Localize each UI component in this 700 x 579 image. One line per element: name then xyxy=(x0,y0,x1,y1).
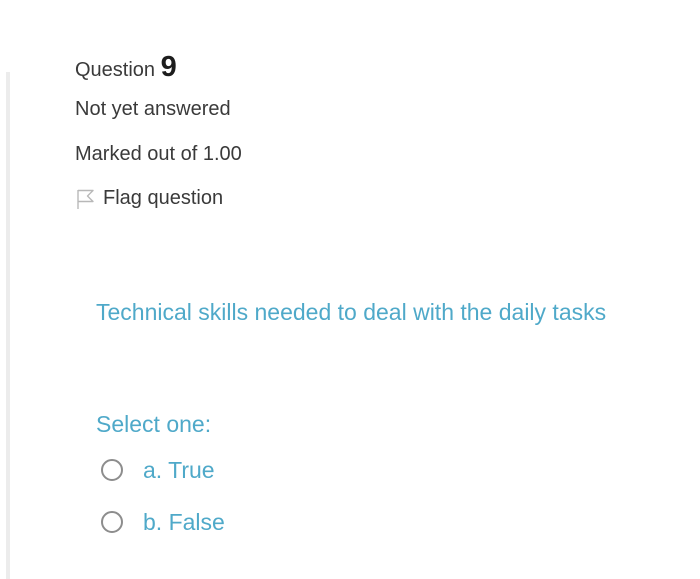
question-text: Technical skills needed to deal with the… xyxy=(96,299,607,325)
select-one-prompt: Select one: xyxy=(96,411,212,437)
answer-false-label[interactable]: b. False xyxy=(143,507,225,537)
question-grade: Marked out of 1.00 xyxy=(75,143,242,165)
question-title: Question 9 xyxy=(75,52,177,82)
answer-true-radio[interactable] xyxy=(101,459,123,481)
flag-question-label: Flag question xyxy=(103,187,224,209)
answer-option-false[interactable]: b. False xyxy=(101,507,225,537)
answer-option-true[interactable]: a. True xyxy=(101,455,215,485)
question-number: 9 xyxy=(160,51,177,83)
question-state: Not yet answered xyxy=(75,98,231,120)
answer-true-label[interactable]: a. True xyxy=(143,455,215,485)
flag-question-link[interactable]: Flag question xyxy=(75,185,223,211)
quiz-page: Question 9 Not yet answered Marked out o… xyxy=(0,0,700,579)
question-content: Technical skills needed to deal with the… xyxy=(96,294,616,331)
question-label: Question xyxy=(75,59,156,81)
answer-false-radio[interactable] xyxy=(101,511,123,533)
question-info: Question 9 xyxy=(75,52,177,82)
flag-outline-icon xyxy=(77,189,94,209)
question-info-rule xyxy=(6,72,10,579)
